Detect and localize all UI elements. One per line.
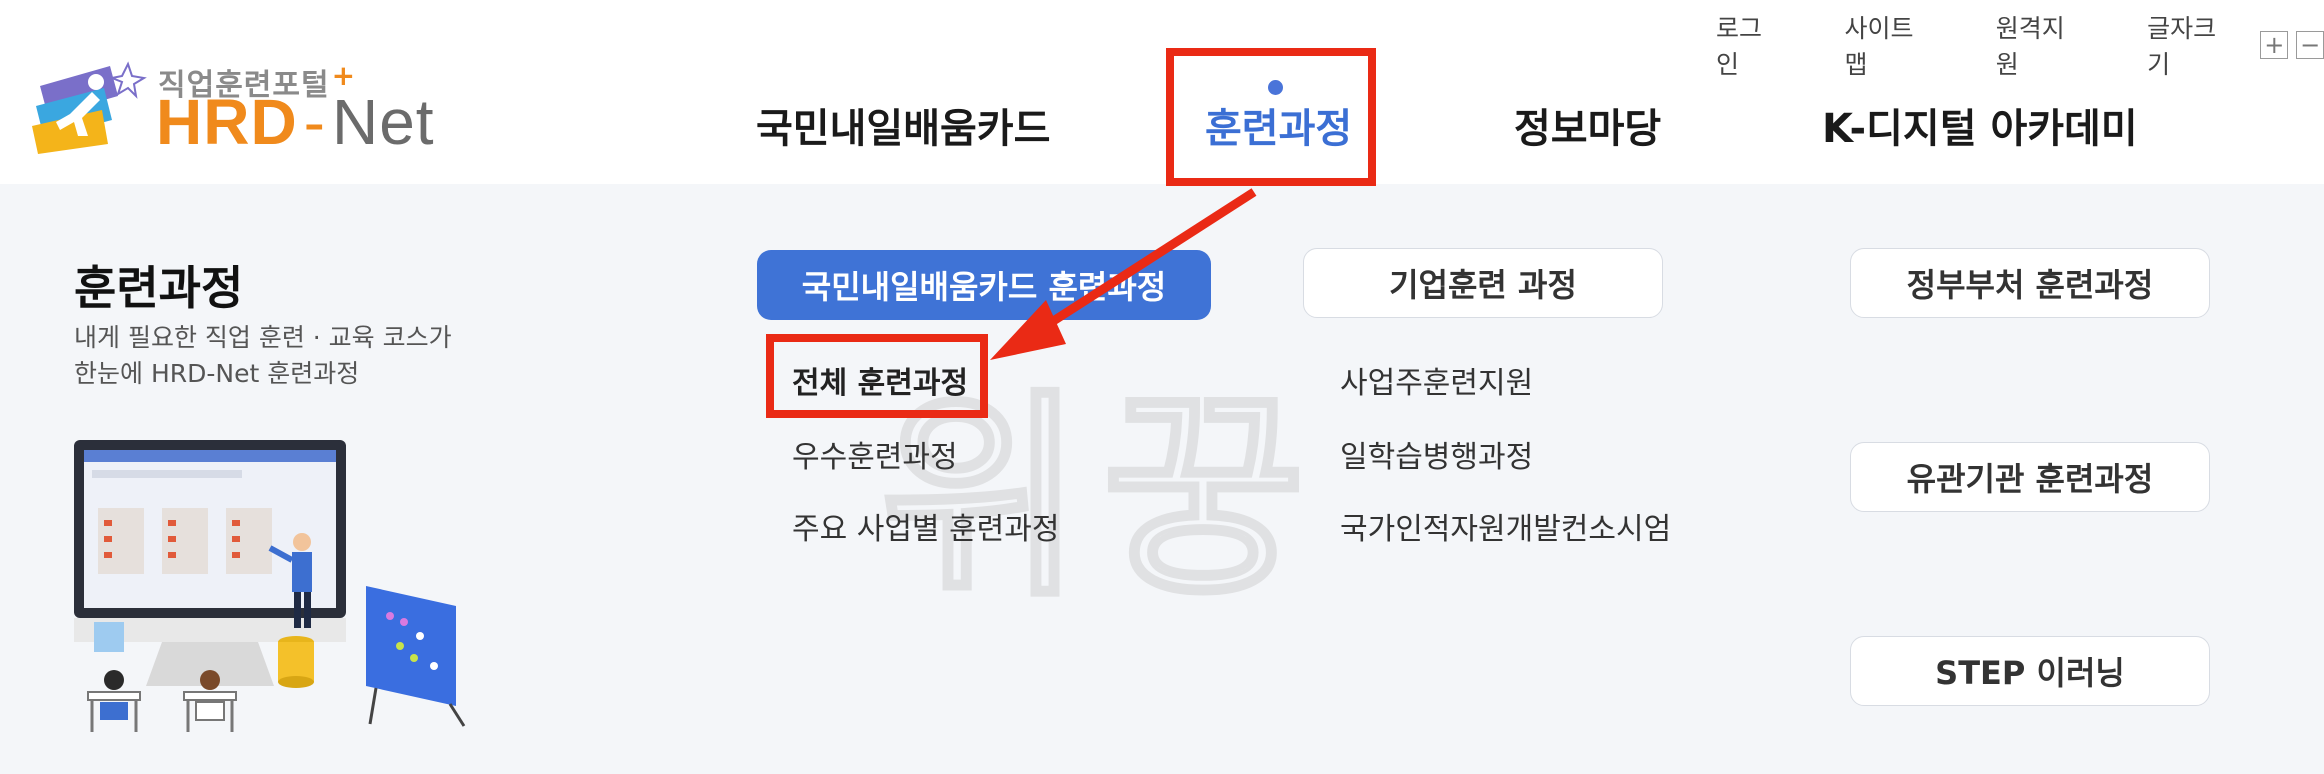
- step-elearning-button[interactable]: STEP 이러닝: [1850, 636, 2210, 706]
- work-study-link[interactable]: 일학습병행과정: [1340, 432, 1533, 476]
- site-header: 직업훈련포털+ HRD-Net 로그인 사이트맵 원격지원 글자크기 + − 국…: [0, 0, 2324, 184]
- utility-nav: 로그인 사이트맵 원격지원 글자크기 + −: [1716, 14, 2324, 79]
- nav-item-card[interactable]: 국민내일배움카드: [756, 96, 1050, 154]
- excellent-courses-link[interactable]: 우수훈련과정: [792, 432, 958, 476]
- consortium-link[interactable]: 국가인적자원개발컨소시엄: [1340, 504, 1671, 548]
- highlight-box-nav: [1166, 48, 1376, 186]
- panel-description: 내게 필요한 직업 훈련 · 교육 코스가 한눈에 HRD-Net 훈련과정: [74, 320, 452, 392]
- training-illustration: [74, 440, 466, 732]
- company-course-button[interactable]: 기업훈련 과정: [1303, 248, 1663, 318]
- card-course-button[interactable]: 국민내일배움카드 훈련과정: [757, 250, 1211, 320]
- sitemap-link[interactable]: 사이트맵: [1844, 9, 1935, 81]
- nav-item-k-digital[interactable]: K-디지털 아카데미: [1822, 96, 2138, 154]
- remote-support-link[interactable]: 원격지원: [1996, 9, 2087, 81]
- login-link[interactable]: 로그인: [1716, 9, 1784, 81]
- related-course-button[interactable]: 유관기관 훈련과정: [1850, 442, 2210, 512]
- highlight-box-all-courses: [766, 334, 988, 418]
- gov-course-button[interactable]: 정부부처 훈련과정: [1850, 248, 2210, 318]
- font-size-label: 글자크기: [2147, 14, 2217, 79]
- main-nav: 국민내일배움카드 훈련과정 정보마당 K-디지털 아카데미: [0, 96, 2324, 156]
- panel-desc-line-1: 내게 필요한 직업 훈련 · 교육 코스가: [74, 323, 452, 352]
- font-decrease-button[interactable]: −: [2296, 31, 2324, 59]
- font-increase-button[interactable]: +: [2260, 31, 2289, 59]
- business-courses-link[interactable]: 주요 사업별 훈련과정: [792, 504, 1059, 548]
- employer-training-link[interactable]: 사업주훈련지원: [1340, 358, 1533, 402]
- nav-item-info[interactable]: 정보마당: [1514, 96, 1661, 154]
- panel-title: 훈련과정: [74, 261, 244, 315]
- panel-desc-line-2: 한눈에 HRD-Net 훈련과정: [74, 359, 360, 388]
